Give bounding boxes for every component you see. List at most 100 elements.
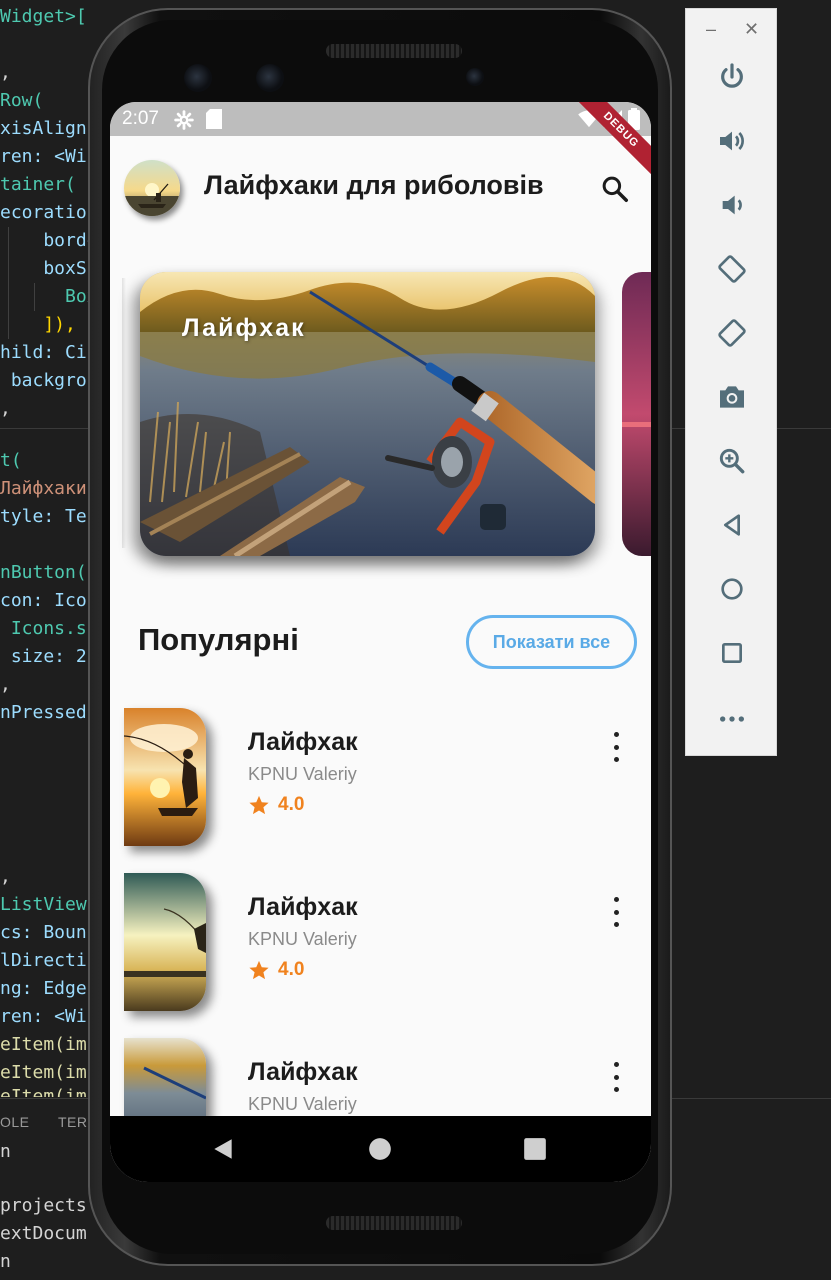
code-line: t(	[0, 450, 22, 471]
terminal-line: n	[0, 1141, 11, 1162]
front-sensor	[256, 64, 284, 92]
panel-tab-terminal[interactable]: TER	[58, 1114, 88, 1130]
code-line: tyle: Te	[0, 506, 87, 527]
indent-guide	[34, 283, 35, 311]
overview-button[interactable]	[712, 633, 752, 673]
list-item-rating: 4.0	[248, 794, 304, 816]
list-item-rating: 4.0	[248, 959, 304, 981]
volume-up-icon	[720, 131, 744, 151]
home-icon	[721, 578, 743, 600]
volume-up-button[interactable]	[712, 121, 752, 161]
star-icon	[249, 795, 269, 815]
zoom-icon	[719, 448, 745, 474]
top-speaker	[326, 44, 462, 58]
more-options-button[interactable]	[712, 699, 752, 739]
code-line: ,	[0, 398, 11, 419]
list-item[interactable]: Лайфхак KPNU Valeriy 4.0	[110, 873, 651, 1018]
code-line: ng: Edge	[0, 978, 87, 999]
rating-value: 4.0	[278, 794, 305, 815]
minimize-button[interactable]: –	[706, 19, 716, 40]
app-bar: Лайфхаки для риболовів	[110, 136, 651, 236]
code-line: Box	[0, 286, 98, 307]
back-button[interactable]	[712, 505, 752, 545]
code-line: con: Ico	[0, 590, 87, 611]
featured-card-next[interactable]	[622, 272, 651, 556]
carousel-edge-shadow	[122, 278, 126, 548]
volume-down-icon	[722, 195, 742, 215]
code-line: ren: <Wi	[0, 1006, 87, 1027]
star-icon	[249, 960, 269, 980]
featured-carousel[interactable]: Лайфхак	[110, 268, 651, 568]
list-item-author: KPNU Valeriy	[248, 929, 357, 949]
list-item-thumbnail	[124, 708, 206, 846]
list-item-title: Лайфхак	[248, 893, 358, 921]
nav-home-icon[interactable]	[367, 1136, 393, 1162]
code-line: eItem(im	[0, 1086, 87, 1097]
code-line: ,	[0, 62, 11, 83]
list-item-title: Лайфхак	[248, 1058, 358, 1086]
sd-card-icon	[206, 109, 222, 129]
code-line: lDirecti	[0, 950, 87, 971]
app-screen: 2:07 DEBUG Лайфхаки для риболовів Лайфха…	[110, 102, 651, 1182]
more-vert-icon[interactable]	[606, 732, 626, 762]
rotate-left-button[interactable]	[712, 249, 752, 289]
list-item-author: KPNU Valeriy	[248, 764, 357, 784]
front-camera	[184, 64, 212, 92]
rotate-right-button[interactable]	[712, 313, 752, 353]
panel-tab-console[interactable]: OLE	[0, 1114, 30, 1130]
code-line: ren: <Wi	[0, 146, 87, 167]
code-line: nButton(	[0, 562, 87, 583]
status-bar: 2:07	[110, 102, 651, 136]
nav-overview-icon[interactable]	[522, 1136, 548, 1162]
code-line: hild: Ci	[0, 342, 87, 363]
app-logo-avatar[interactable]	[124, 160, 180, 216]
code-line: borde	[0, 230, 98, 251]
home-button[interactable]	[712, 569, 752, 609]
list-item-author: KPNU Valeriy	[248, 1094, 357, 1114]
power-icon	[721, 63, 743, 88]
featured-card-next-image	[622, 272, 651, 556]
list-item-thumbnail	[124, 873, 206, 1011]
code-line: ListView	[0, 894, 87, 915]
more-icon	[720, 716, 744, 722]
proximity-sensor	[466, 68, 484, 86]
rotate-right-icon	[718, 319, 746, 347]
code-line: Icons.s	[0, 618, 87, 639]
more-vert-icon[interactable]	[606, 1062, 626, 1092]
code-line: size: 2	[0, 646, 87, 667]
more-vert-icon[interactable]	[606, 897, 626, 927]
camera-icon	[720, 386, 744, 408]
rotate-left-icon	[718, 255, 746, 283]
show-all-button[interactable]: Показати все	[466, 615, 637, 669]
list-item[interactable]: Лайфхак KPNU Valeriy 4.0	[110, 708, 651, 853]
list-item-title: Лайфхак	[248, 728, 358, 756]
volume-down-button[interactable]	[712, 185, 752, 225]
code-line: eItem(im	[0, 1034, 87, 1055]
code-line: Widget>[	[0, 6, 87, 27]
code-line: ,	[0, 674, 11, 695]
terminal-line: n	[0, 1251, 11, 1272]
settings-icon	[174, 110, 194, 130]
featured-card[interactable]: Лайфхак	[140, 272, 595, 556]
system-nav-bar	[110, 1116, 651, 1182]
code-line: ecoratio	[0, 202, 87, 223]
overview-icon	[722, 643, 742, 663]
code-line: tainer(	[0, 174, 76, 195]
code-line: boxSh	[0, 258, 98, 279]
rating-value: 4.0	[278, 959, 305, 980]
terminal-line: extDocum	[0, 1223, 87, 1244]
code-line: Row(	[0, 90, 44, 111]
code-line: backgro	[0, 370, 87, 391]
code-line: xisAlign	[0, 118, 87, 139]
code-line: nPressed	[0, 702, 87, 723]
search-icon[interactable]	[600, 174, 630, 204]
back-icon	[724, 514, 740, 536]
zoom-button[interactable]	[712, 441, 752, 481]
code-line: ]),	[0, 314, 76, 335]
close-button[interactable]: ✕	[744, 19, 759, 40]
section-title-popular: Популярні	[138, 622, 299, 657]
app-title: Лайфхаки для риболовів	[204, 170, 544, 200]
power-button[interactable]	[712, 57, 752, 97]
nav-back-icon[interactable]	[210, 1136, 236, 1162]
screenshot-button[interactable]	[712, 377, 752, 417]
